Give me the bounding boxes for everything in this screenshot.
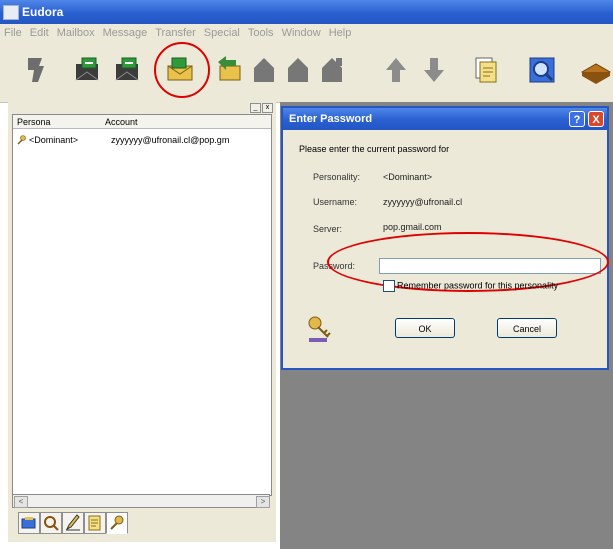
cancel-button[interactable]: Cancel	[497, 318, 557, 338]
app-window-icon	[3, 5, 19, 20]
menu-transfer[interactable]: Transfer	[151, 24, 200, 39]
password-label: Password:	[313, 261, 356, 271]
remember-password-label: Remember password for this personality	[397, 280, 559, 291]
menu-file[interactable]: File	[0, 24, 26, 39]
tab-personalities[interactable]	[106, 512, 128, 534]
personality-label: Personality:	[313, 172, 361, 182]
menu-special[interactable]: Special	[200, 24, 244, 39]
attach-icon[interactable]	[470, 54, 502, 86]
tab-file-browser[interactable]	[40, 512, 62, 534]
dialog-title: Enter Password	[289, 113, 373, 125]
username-label: Username:	[313, 197, 358, 207]
previous-icon[interactable]	[380, 54, 412, 86]
column-header-persona[interactable]: Persona	[13, 115, 101, 129]
toolbar	[0, 42, 613, 103]
personality-value: <Dominant>	[383, 172, 433, 182]
list-item[interactable]: <Dominant> zyyyyyy@ufronail.cl@pop.gm	[13, 133, 271, 147]
enter-password-dialog: Enter Password ? X Please enter the curr…	[281, 106, 609, 370]
reply-icon[interactable]	[214, 54, 246, 86]
tab-signatures[interactable]	[62, 512, 84, 534]
menu-help[interactable]: Help	[325, 24, 356, 39]
persona-account: zyyyyyy@ufronail.cl@pop.gm	[111, 135, 230, 145]
forward-icon[interactable]	[282, 54, 314, 86]
ok-button[interactable]: OK	[395, 318, 455, 338]
close-button[interactable]: X	[588, 111, 604, 127]
server-value: pop.gmail.com	[383, 222, 442, 232]
menu-bar: File Edit Mailbox Message Transfer Special Too…	[0, 24, 613, 42]
pane-caption: _ x	[8, 102, 276, 113]
password-input[interactable]	[379, 258, 601, 274]
horizontal-scrollbar[interactable]: < >	[12, 494, 270, 508]
menu-mailbox[interactable]: Mailbox	[53, 24, 99, 39]
personalities-pane: _ x Persona Account <Dominant> zyyyyyy@u…	[8, 102, 276, 542]
personality-icon	[17, 135, 27, 145]
reply-all-icon[interactable]	[248, 54, 280, 86]
menu-tools[interactable]: Tools	[244, 24, 278, 39]
tab-mailboxes[interactable]	[18, 512, 40, 534]
tab-stationery[interactable]	[84, 512, 106, 534]
menu-message[interactable]: Message	[99, 24, 152, 39]
persona-name: <Dominant>	[29, 135, 79, 145]
next-icon[interactable]	[418, 54, 450, 86]
keys-icon	[305, 314, 335, 344]
personalities-list[interactable]: Persona Account <Dominant> zyyyyyy@ufron…	[12, 114, 272, 496]
check-mail-icon[interactable]	[72, 54, 104, 86]
menu-window[interactable]: Window	[278, 24, 325, 39]
toolbar-highlight-circle	[154, 42, 210, 98]
app-title-bar: Eudora	[0, 0, 613, 24]
pane-minimize-button[interactable]: _	[250, 103, 261, 113]
scroll-left-button[interactable]: <	[14, 496, 28, 508]
server-label: Server:	[313, 224, 343, 234]
delete-icon[interactable]	[20, 54, 52, 86]
find-icon[interactable]	[526, 54, 558, 86]
app-title: Eudora	[22, 5, 64, 19]
scroll-right-button[interactable]: >	[256, 496, 270, 508]
remember-password-checkbox[interactable]: Remember password for this personality	[383, 280, 558, 292]
dialog-prompt: Please enter the current password for	[299, 144, 450, 154]
help-button[interactable]: ?	[569, 111, 585, 127]
menu-edit[interactable]: Edit	[26, 24, 53, 39]
pane-close-button[interactable]: x	[262, 103, 273, 113]
send-queued-icon[interactable]	[112, 54, 144, 86]
redirect-icon[interactable]	[316, 54, 348, 86]
checkbox-box[interactable]	[383, 280, 395, 292]
dialog-title-bar: Enter Password ? X	[283, 108, 607, 130]
address-book-icon[interactable]	[580, 54, 612, 86]
username-value: zyyyyyy@ufronail.cl	[383, 197, 463, 207]
column-header-account[interactable]: Account	[101, 115, 271, 129]
